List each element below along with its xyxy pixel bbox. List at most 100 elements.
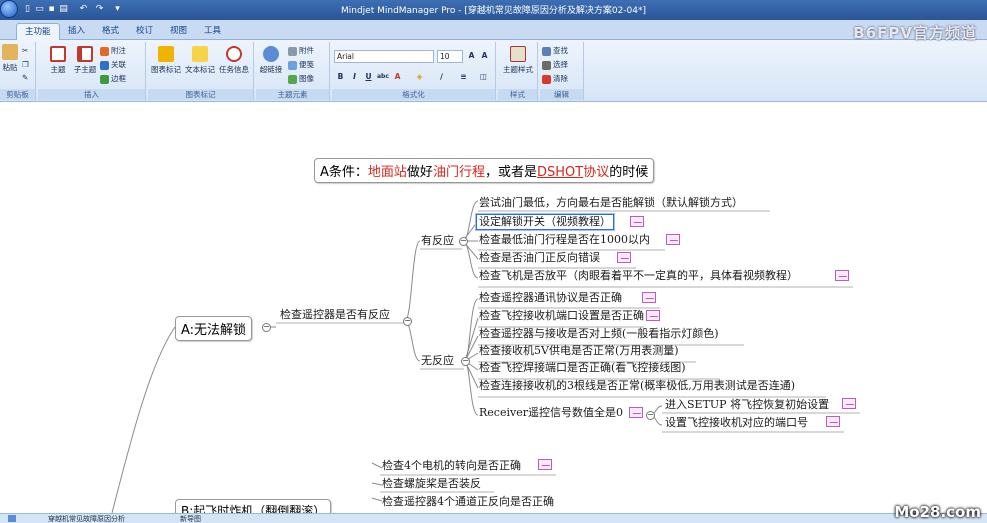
collapse-toggle-remote[interactable]: − bbox=[403, 317, 412, 326]
boundary-button[interactable]: 边框 bbox=[100, 73, 126, 84]
hyperlink-button[interactable]: 超链接 bbox=[258, 46, 284, 75]
note-icon[interactable] bbox=[826, 416, 840, 427]
grow-font-icon[interactable]: A bbox=[466, 50, 477, 61]
central-topic-highlight-ground-station: 地面站 bbox=[367, 165, 407, 180]
topic-item[interactable]: 检查连接接收机的3根线是否正常(概率极低,万用表测试是否连通) bbox=[479, 379, 795, 393]
text-markers-label: 文本标记 bbox=[185, 65, 215, 74]
strikethrough-icon[interactable]: abc bbox=[377, 71, 389, 82]
find-icon bbox=[542, 46, 551, 56]
topic-item[interactable]: 检查飞机是否放平（肉眼看着平不一定真的平，具体看视频教程） bbox=[479, 269, 798, 283]
callout-icon bbox=[100, 46, 109, 56]
image-icon bbox=[288, 74, 297, 84]
group-clipboard: 粘贴 ✂ ❐ ✎ 剪贴板 bbox=[0, 42, 36, 100]
note-icon[interactable] bbox=[538, 459, 552, 470]
tab-review[interactable]: 校订 bbox=[128, 23, 161, 40]
copy-icon[interactable]: ❐ bbox=[22, 60, 29, 69]
central-topic[interactable]: A条件：地面站做好油门行程，或者是DSHOT协议的时候 bbox=[314, 158, 655, 183]
bold-icon[interactable]: B bbox=[335, 71, 346, 82]
tab-view[interactable]: 视图 bbox=[162, 23, 195, 40]
topic-item[interactable]: 检查最低油门行程是否在1000以内 bbox=[479, 233, 650, 247]
format-painter-icon[interactable]: ✎ bbox=[22, 73, 28, 82]
topic-item-receiver[interactable]: Receiver遥控信号数值全是0 bbox=[479, 406, 623, 420]
group-style: 主题样式 样式 bbox=[498, 42, 538, 100]
align-icon[interactable]: ≡ bbox=[458, 71, 469, 82]
topic-item[interactable]: 检查飞控焊接端口是否正确(看飞控接线图) bbox=[479, 361, 686, 375]
find-button[interactable]: 查找 bbox=[542, 45, 568, 56]
topic-no-response[interactable]: 无反应 bbox=[421, 354, 454, 368]
task-info-icon bbox=[226, 46, 242, 62]
topic-item[interactable]: 检查螺旋桨是否装反 bbox=[382, 477, 481, 491]
document-tab-2[interactable]: 新导图 bbox=[180, 514, 201, 523]
collapse-toggle-receiver[interactable]: − bbox=[646, 411, 655, 420]
topic-item[interactable]: 检查遥控器4个通道正反向是否正确 bbox=[382, 495, 554, 509]
shape-format-icon[interactable]: ◫ bbox=[478, 71, 489, 82]
subtopic-icon bbox=[77, 46, 93, 62]
note-icon[interactable] bbox=[629, 407, 643, 418]
notes-button[interactable]: 便笺 bbox=[288, 59, 314, 70]
topic-item[interactable]: 检查4个电机的转向是否正确 bbox=[382, 459, 521, 473]
font-family-select[interactable]: Arial bbox=[334, 50, 434, 63]
note-icon[interactable] bbox=[835, 270, 849, 281]
fill-color-icon[interactable]: ◈ bbox=[414, 71, 425, 82]
topic-item-selected[interactable]: 设定解锁开关（视频教程） bbox=[476, 214, 614, 230]
tab-tools[interactable]: 工具 bbox=[196, 23, 229, 40]
task-info-button[interactable]: 任务信息 bbox=[218, 46, 250, 75]
central-topic-prefix: A条件： bbox=[320, 165, 368, 180]
topic-check-remote[interactable]: 检查遥控器是否有反应 bbox=[280, 308, 390, 322]
select-button[interactable]: 选择 bbox=[542, 59, 568, 70]
tab-home[interactable]: 主功能 bbox=[16, 23, 60, 40]
document-tab-1[interactable]: 穿越机常见故障原因分析 bbox=[48, 514, 125, 523]
central-topic-text-1: 做好 bbox=[406, 165, 433, 180]
relationship-button[interactable]: 关联 bbox=[100, 59, 126, 70]
underline-icon[interactable]: U bbox=[363, 71, 374, 82]
note-icon[interactable] bbox=[666, 234, 680, 245]
tab-insert[interactable]: 插入 bbox=[60, 23, 93, 40]
text-markers-button[interactable]: 文本标记 bbox=[184, 46, 216, 75]
callout-button[interactable]: 附注 bbox=[100, 45, 126, 56]
shrink-font-icon[interactable]: A bbox=[479, 50, 490, 61]
topic-has-response[interactable]: 有反应 bbox=[421, 234, 454, 248]
central-topic-suffix: 的时候 bbox=[609, 165, 649, 180]
topic-item[interactable]: 检查接收机5V供电是否正常(万用表测量) bbox=[479, 344, 679, 358]
select-icon bbox=[542, 60, 551, 70]
topic-item[interactable]: 检查飞控接收机端口设置是否正确 bbox=[479, 309, 644, 323]
note-icon[interactable] bbox=[617, 252, 631, 263]
topic-item[interactable]: 进入SETUP 将飞控恢复初始设置 bbox=[665, 398, 829, 412]
topic-item[interactable]: 检查遥控器通讯协议是否正确 bbox=[479, 291, 622, 305]
image-button[interactable]: 图像 bbox=[288, 73, 314, 84]
tab-format[interactable]: 格式 bbox=[94, 23, 127, 40]
collapse-toggle-no-response[interactable]: − bbox=[461, 357, 470, 366]
subtopic-button[interactable]: 子主题 bbox=[72, 46, 98, 75]
attachment-button[interactable]: 附件 bbox=[288, 45, 314, 56]
note-icon[interactable] bbox=[842, 398, 856, 409]
note-icon[interactable] bbox=[646, 310, 660, 321]
topic-style-button[interactable]: 主题样式 bbox=[500, 46, 536, 75]
icon-markers-button[interactable]: 图表标记 bbox=[150, 46, 182, 75]
app-window: ▯ ▭ ▪ ▤ ↶ ↷ ▾ Mindjet MindManager Pro - … bbox=[0, 0, 987, 523]
note-icon[interactable] bbox=[630, 216, 644, 227]
topic-item[interactable]: 检查是否油门正反向错误 bbox=[479, 251, 600, 265]
text-markers-icon bbox=[192, 46, 208, 62]
cut-icon[interactable]: ✂ bbox=[22, 46, 28, 55]
font-size-select[interactable]: 10 bbox=[437, 50, 463, 63]
line-color-icon[interactable]: ∕ bbox=[436, 71, 447, 82]
central-topic-text-2: ，或者是 bbox=[484, 165, 537, 180]
map-canvas[interactable]: A条件：地面站做好油门行程，或者是DSHOT协议的时候 A:无法解锁 − 检查遥… bbox=[0, 103, 987, 522]
collapse-toggle-a[interactable]: − bbox=[262, 323, 271, 332]
topic-item[interactable]: 设置飞控接收机对应的端口号 bbox=[665, 416, 808, 430]
relationship-icon bbox=[100, 60, 109, 70]
font-color-icon[interactable]: A bbox=[392, 71, 403, 82]
clear-button[interactable]: 清除 bbox=[542, 73, 568, 84]
central-topic-highlight-throttle: 油门行程 bbox=[432, 165, 485, 180]
topic-item[interactable]: 尝试油门最低，方向最右是否能解锁（默认解锁方式） bbox=[479, 196, 743, 210]
group-insert: 主题 子主题 附注 关联 边框 插入 bbox=[38, 42, 146, 100]
collapse-toggle-has-response[interactable]: − bbox=[459, 237, 468, 246]
italic-icon[interactable]: I bbox=[349, 71, 360, 82]
paste-button[interactable]: 粘贴 bbox=[0, 44, 20, 73]
ribbon: 粘贴 ✂ ❐ ✎ 剪贴板 主题 子主题 附注 关联 边框 插入 图表标记 文本标… bbox=[0, 40, 987, 102]
main-topic-a[interactable]: A:无法解锁 bbox=[175, 316, 253, 341]
note-icon[interactable] bbox=[642, 292, 656, 303]
topic-button[interactable]: 主题 bbox=[46, 46, 70, 75]
topic-item[interactable]: 检查遥控器与接收是否对上频(一般看指示灯颜色) bbox=[479, 327, 719, 341]
topic-label: 主题 bbox=[50, 65, 66, 74]
